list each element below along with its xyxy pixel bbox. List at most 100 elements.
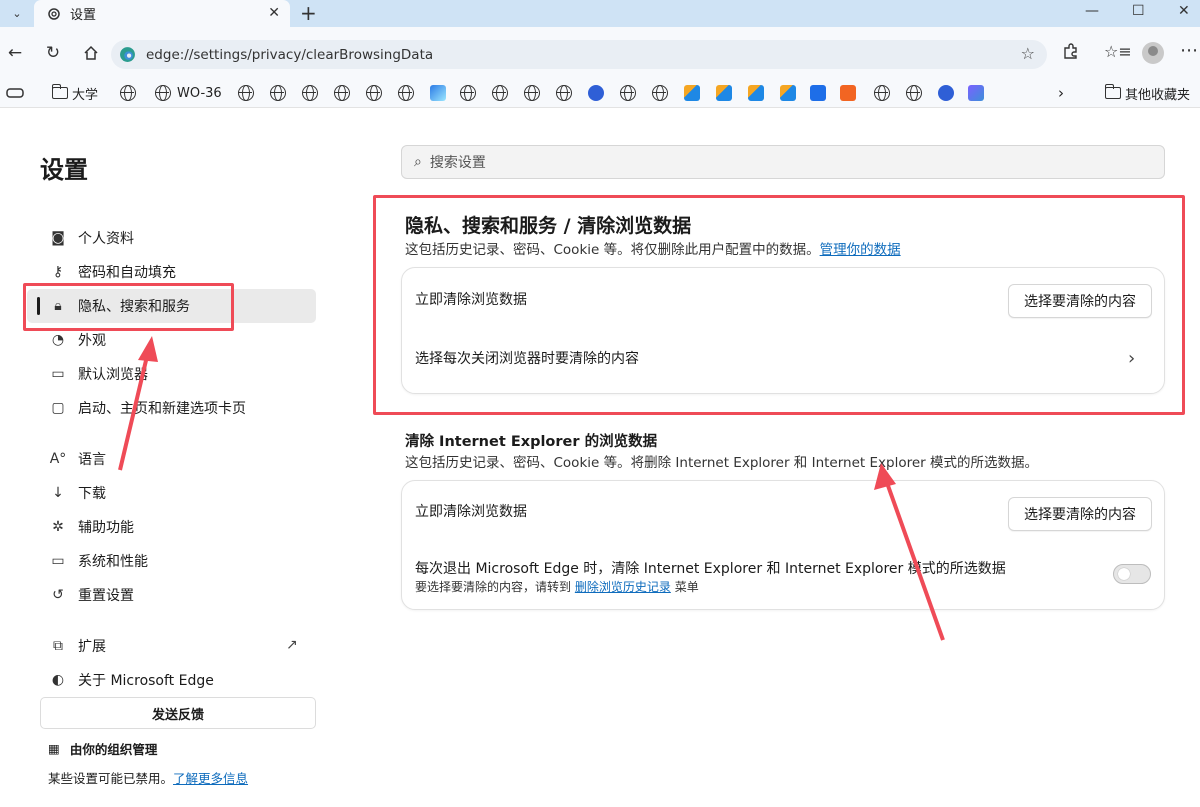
favorite-link[interactable] (840, 83, 856, 103)
new-tab-button[interactable]: + (300, 2, 317, 24)
maximize-button[interactable]: ☐ (1132, 3, 1145, 19)
laptop-icon: ▭ (51, 553, 65, 569)
ie-section-title: 清除 Internet Explorer 的浏览数据 (405, 434, 658, 450)
favorite-link[interactable] (398, 83, 414, 103)
favorite-link[interactable] (588, 83, 604, 103)
site-favicon (748, 85, 764, 101)
search-settings-field[interactable]: ⌕ 搜索设置 (401, 145, 1165, 179)
favorite-link[interactable] (302, 83, 318, 103)
favorite-link[interactable] (968, 83, 984, 103)
edge-icon: ◐ (51, 672, 65, 688)
sidebar-item-default-browser[interactable]: ▭ 默认浏览器 (48, 359, 148, 389)
search-icon: ⌕ (414, 154, 422, 170)
refresh-icon: ↻ (45, 43, 61, 63)
favorite-link[interactable] (652, 83, 668, 103)
hint-suffix: 菜单 (674, 580, 699, 594)
favorites-overflow-button[interactable]: › (1058, 83, 1064, 103)
ie-section-description: 这包括历史记录、密码、Cookie 等。将删除 Internet Explore… (405, 455, 1038, 471)
favorite-link[interactable] (938, 83, 954, 103)
favorite-link[interactable] (270, 83, 286, 103)
page-title: 设置 (40, 156, 88, 184)
sidebar-item-extensions[interactable]: ⧉ 扩展 (48, 631, 106, 661)
gear-icon (48, 7, 60, 20)
globe-icon (652, 85, 668, 101)
home-button[interactable] (80, 42, 102, 64)
sidebar-item-accessibility[interactable]: ✲ 辅助功能 (48, 512, 134, 542)
ie-choose-what-to-clear-button[interactable]: 选择要清除的内容 (1008, 497, 1152, 531)
favorite-link[interactable] (366, 83, 382, 103)
favorite-link[interactable] (430, 83, 446, 103)
sidebar-item-about[interactable]: ◐ 关于 Microsoft Edge (48, 665, 214, 695)
favorite-link[interactable] (460, 83, 476, 103)
favorite-link[interactable] (556, 83, 572, 103)
favorite-link[interactable] (810, 83, 826, 103)
home-icon (84, 45, 98, 60)
favorite-link[interactable] (780, 83, 796, 103)
sidebar-item-label: 下载 (78, 486, 106, 502)
sidebar-item-profiles[interactable]: ◙ 个人资料 (48, 223, 134, 253)
favorites-toggle[interactable] (6, 83, 24, 103)
highlight-box-main (373, 195, 1185, 415)
favorites-list-icon: ☆≡ (1104, 42, 1132, 61)
favorite-folder-daxue[interactable]: 大学 (52, 83, 98, 103)
site-favicon (430, 85, 446, 101)
address-bar[interactable]: edge://settings/privacy/clearBrowsingDat… (111, 40, 1047, 69)
site-favicon (810, 85, 826, 101)
favorite-link[interactable] (238, 83, 254, 103)
chevron-down-icon: ⌄ (12, 6, 22, 20)
favorite-link-wo36[interactable]: WO-36 (155, 83, 222, 103)
home-icon: ▢ (51, 400, 65, 416)
sidebar-item-languages[interactable]: A° 语言 (48, 444, 106, 474)
favorite-link[interactable] (748, 83, 764, 103)
other-favorites-folder[interactable]: 其他收藏夹 (1105, 83, 1190, 103)
baidu-paw-icon (588, 85, 604, 101)
favorite-link[interactable] (874, 83, 890, 103)
delete-history-link[interactable]: 删除浏览历史记录 (575, 580, 671, 594)
favorite-link[interactable] (620, 83, 636, 103)
disabled-notice: 某些设置可能已禁用。了解更多信息 (48, 768, 248, 787)
favorite-link[interactable] (492, 83, 508, 103)
sidebar-item-system[interactable]: ▭ 系统和性能 (48, 546, 148, 576)
refresh-button[interactable]: ↻ (42, 42, 64, 64)
favorite-link[interactable] (684, 83, 700, 103)
back-button[interactable]: ← (4, 42, 26, 64)
profile-avatar[interactable] (1142, 42, 1164, 64)
favorites-button[interactable]: ☆≡ (1104, 42, 1132, 61)
collections-icon (6, 88, 24, 98)
tab-actions-menu[interactable]: ⌄ (6, 3, 28, 23)
extensions-button[interactable] (1062, 42, 1080, 64)
search-placeholder: 搜索设置 (429, 155, 486, 171)
favorite-link[interactable] (334, 83, 350, 103)
send-feedback-button[interactable]: 发送反馈 (40, 697, 316, 729)
settings-tab[interactable]: 设置 ✕ (34, 0, 290, 27)
globe-icon (874, 85, 890, 101)
favorite-label: WO-36 (177, 85, 222, 101)
favorite-link[interactable] (120, 83, 136, 103)
sidebar-item-label: 重置设置 (78, 588, 134, 604)
managed-notice: ▦ 由你的组织管理 (48, 739, 157, 758)
sidebar-item-label: 扩展 (78, 639, 106, 655)
tab-title: 设置 (70, 8, 97, 23)
close-tab-icon[interactable]: ✕ (268, 5, 280, 21)
sidebar-item-label: 默认浏览器 (78, 367, 148, 383)
sidebar-item-startup[interactable]: ▢ 启动、主页和新建选项卡页 (48, 393, 246, 423)
globe-icon (302, 85, 318, 101)
sidebar-item-label: 外观 (78, 333, 106, 349)
sidebar-item-reset[interactable]: ↺ 重置设置 (48, 580, 134, 610)
learn-more-link[interactable]: 了解更多信息 (173, 771, 248, 786)
close-window-button[interactable]: ✕ (1178, 3, 1190, 19)
favorite-link[interactable] (716, 83, 732, 103)
reset-icon: ↺ (52, 587, 64, 603)
more-menu-button[interactable]: ⋯ (1180, 40, 1198, 61)
globe-icon (120, 85, 136, 101)
sidebar-item-label: 语言 (78, 452, 106, 468)
favorite-star-icon[interactable]: ☆ (1021, 44, 1035, 63)
palette-icon: ◔ (51, 332, 65, 348)
ie-clear-on-exit-toggle[interactable] (1113, 564, 1151, 584)
favorite-link[interactable] (524, 83, 540, 103)
building-icon: ▦ (48, 741, 60, 756)
minimize-button[interactable]: — (1085, 3, 1099, 19)
sidebar-item-downloads[interactable]: ↓ 下载 (48, 478, 106, 508)
globe-icon (906, 85, 922, 101)
favorite-link[interactable] (906, 83, 922, 103)
